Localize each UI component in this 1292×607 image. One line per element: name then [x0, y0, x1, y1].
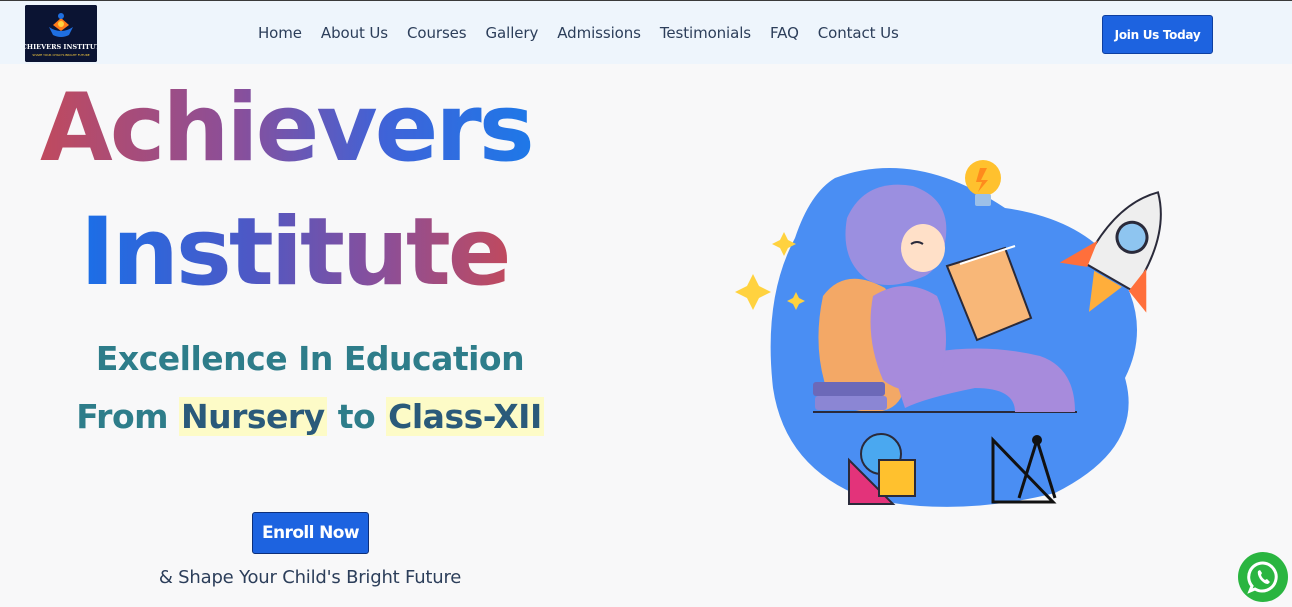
subtitle-from: From	[76, 397, 168, 436]
subtitle-line1: Excellence In Education	[95, 339, 525, 378]
nav-courses[interactable]: Courses	[407, 24, 467, 42]
highlight-class: Class-XII	[386, 397, 544, 436]
hero-tagline: & Shape Your Child's Bright Future	[158, 567, 462, 588]
nav-home[interactable]: Home	[258, 24, 302, 42]
nav-contact-us[interactable]: Contact Us	[818, 24, 899, 42]
subtitle-to: to	[337, 397, 376, 436]
girl-reading-illustration	[735, 160, 1162, 507]
main-nav: Home About Us Courses Gallery Admissions…	[258, 1, 899, 65]
hero-title-line1: Achievers	[40, 74, 535, 183]
nav-about-us[interactable]: About Us	[321, 24, 388, 42]
hero-illustration	[715, 148, 1200, 513]
nav-faq[interactable]: FAQ	[770, 24, 799, 42]
nav-testimonials[interactable]: Testimonials	[660, 24, 751, 42]
hero-subtitle: Excellence In Education From Nursery to …	[60, 330, 560, 446]
svg-text:ACHIEVERS INSTITUTE: ACHIEVERS INSTITUTE	[25, 43, 97, 51]
highlight-nursery: Nursery	[179, 397, 327, 436]
top-navbar: ACHIEVERS INSTITUTE SHAPE YOUR CHILD'S B…	[0, 0, 1292, 64]
nav-gallery[interactable]: Gallery	[486, 24, 539, 42]
logo[interactable]: ACHIEVERS INSTITUTE SHAPE YOUR CHILD'S B…	[25, 5, 97, 62]
whatsapp-button[interactable]	[1238, 552, 1288, 602]
join-us-button[interactable]: Join Us Today	[1102, 15, 1213, 54]
enroll-now-button[interactable]: Enroll Now	[252, 512, 369, 554]
svg-text:SHAPE YOUR CHILD'S BRIGHT FUTU: SHAPE YOUR CHILD'S BRIGHT FUTURE	[32, 53, 89, 57]
hero-title-line2: Institute	[80, 198, 512, 307]
whatsapp-icon	[1247, 561, 1278, 594]
logo-icon: ACHIEVERS INSTITUTE SHAPE YOUR CHILD'S B…	[25, 5, 97, 62]
nav-admissions[interactable]: Admissions	[557, 24, 641, 42]
